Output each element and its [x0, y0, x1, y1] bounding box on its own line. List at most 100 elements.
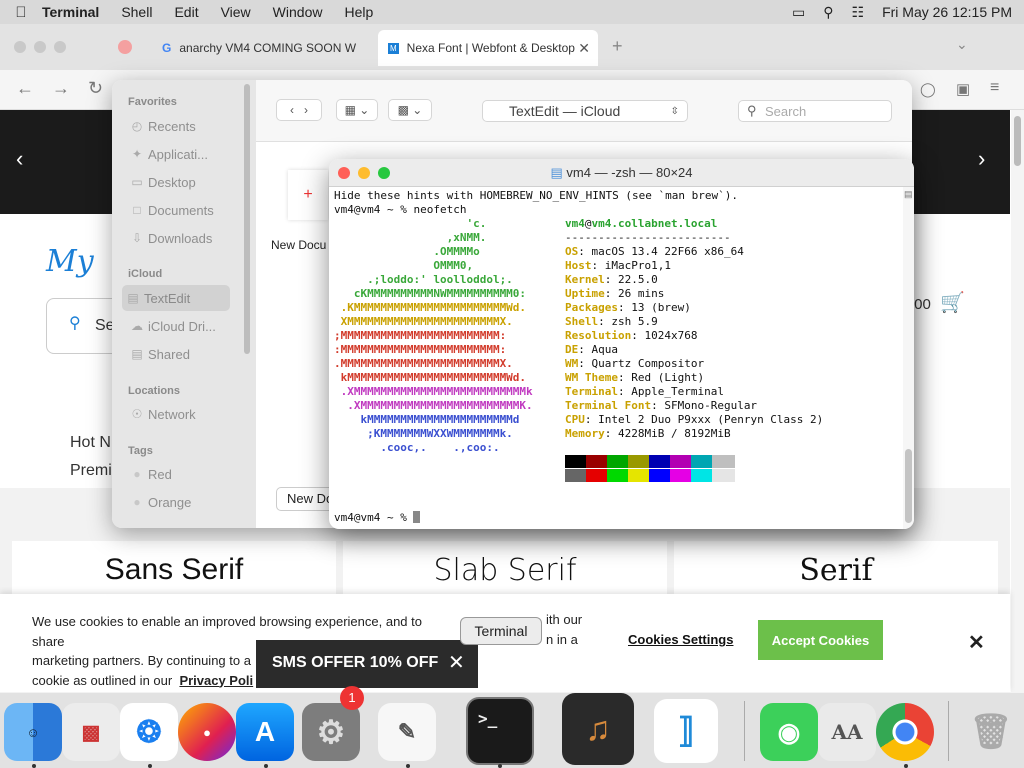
tab-nexa-font[interactable]: M Nexa Font | Webfont & Desktop ✕: [378, 30, 598, 66]
menubar-clock[interactable]: Fri May 26 12:15 PM: [882, 4, 1012, 20]
textedit-icon[interactable]: ✎: [378, 703, 436, 761]
new-tab-icon[interactable]: +: [612, 36, 623, 57]
accept-cookies-button[interactable]: Accept Cookies: [758, 620, 883, 660]
running-indicator: [148, 764, 152, 768]
tab-close-icon[interactable]: ✕: [578, 40, 590, 57]
myfonts-favicon-icon: M: [388, 42, 399, 54]
extensions-icon[interactable]: ▣: [956, 80, 970, 98]
palette-swatch: [628, 469, 651, 482]
inspector-icon[interactable]: ▤: [904, 189, 913, 200]
terminal-content[interactable]: Hide these hints with HOMEBREW_NO_ENV_HI…: [329, 187, 903, 529]
cart-icon[interactable]: 🛒: [940, 290, 965, 315]
menu-edit[interactable]: Edit: [174, 4, 198, 20]
spotlight-search-icon[interactable]: ⚲: [823, 4, 833, 21]
chevron-right-icon[interactable]: ›: [304, 103, 308, 117]
screen-mirroring-icon[interactable]: ▭: [792, 4, 805, 21]
sidebar-item-recents[interactable]: ◴ Recents: [126, 113, 236, 139]
back-icon[interactable]: ←: [16, 78, 34, 99]
launchpad-icon[interactable]: ▩: [62, 703, 120, 761]
premium-label[interactable]: Premi: [70, 462, 112, 480]
document-icon: □: [133, 203, 141, 217]
sidebar-item-textedit[interactable]: ▤ TextEdit: [122, 285, 230, 311]
info-row: WM: Quartz Compositor: [565, 357, 705, 370]
carousel-next-icon[interactable]: ›: [978, 146, 985, 172]
pinned-tab-icon[interactable]: [118, 40, 132, 54]
hamburger-menu-icon[interactable]: ≡: [990, 79, 999, 97]
forward-icon[interactable]: →: [52, 78, 70, 99]
sidebar-item-shared[interactable]: ▤ Shared: [126, 341, 236, 367]
terminal-scroll-thumb[interactable]: [905, 449, 912, 523]
icon-view-button[interactable]: ▦ ⌄: [336, 99, 378, 121]
menu-app-name[interactable]: Terminal: [42, 4, 99, 20]
menu-bar:  Terminal Shell Edit View Window Help ▭…: [0, 0, 1024, 24]
terminal-scrollbar[interactable]: ▤: [903, 187, 914, 529]
hot-new-label[interactable]: Hot N: [70, 434, 111, 452]
tag-dot-icon: ●: [133, 495, 141, 509]
control-center-icon[interactable]: ☷: [852, 4, 865, 21]
scroll-thumb[interactable]: [1014, 116, 1021, 166]
sms-close-icon[interactable]: ✕: [448, 650, 465, 675]
window-minimize-button[interactable]: [34, 41, 46, 53]
tab-label: anarchy VM4 COMING SOON W: [179, 41, 357, 55]
category-slab-serif[interactable]: Slab Serif: [343, 541, 667, 601]
sms-offer-popup[interactable]: SMS OFFER 10% OFF ✕: [256, 640, 478, 688]
sidebar-item-downloads[interactable]: ⇩ Downloads: [126, 225, 236, 251]
group-view-button[interactable]: ▩ ⌄: [388, 99, 432, 121]
font-book-icon[interactable]: AA: [818, 703, 876, 761]
system-settings-icon[interactable]: ⚙: [302, 703, 360, 761]
sidebar-item-documents[interactable]: □ Documents: [126, 197, 236, 223]
palette-swatch: [691, 455, 714, 468]
sidebar-scrollbar[interactable]: [244, 84, 250, 354]
new-document-label[interactable]: New Docu: [271, 238, 326, 252]
menu-view[interactable]: View: [221, 4, 251, 20]
window-zoom-button[interactable]: [54, 41, 66, 53]
trash-icon[interactable]: 🗑: [962, 703, 1020, 761]
menu-shell[interactable]: Shell: [121, 4, 152, 20]
chrome-icon[interactable]: [876, 703, 934, 761]
menu-help[interactable]: Help: [344, 4, 373, 20]
cookie-close-icon[interactable]: ✕: [968, 630, 985, 655]
palette-swatch: [670, 469, 693, 482]
tab-list-chevron-icon[interactable]: ⌄: [956, 36, 968, 53]
cookies-settings-link[interactable]: Cookies Settings: [628, 632, 733, 647]
palette-swatch: [607, 469, 630, 482]
sidebar-item-tag-red[interactable]: ● Red: [126, 461, 236, 487]
sidebar-item-network[interactable]: ☉ Network: [126, 401, 236, 427]
location-popup[interactable]: TextEdit — iCloud ⇳: [482, 100, 688, 122]
pocket-icon[interactable]: ◯: [920, 81, 936, 98]
vscode-icon[interactable]: ⟧: [654, 699, 718, 763]
logo-line: .;loddo:' loolloddol;.: [334, 273, 513, 286]
privacy-policy-link[interactable]: Privacy Poli: [179, 673, 253, 688]
sidebar-item-icloud-drive[interactable]: ☁ iCloud Dri...: [126, 313, 236, 339]
finder-icon[interactable]: ☺: [4, 703, 62, 761]
menu-window[interactable]: Window: [273, 4, 323, 20]
new-document-thumbnail[interactable]: +: [288, 170, 328, 220]
apple-menu-icon[interactable]: : [0, 4, 42, 21]
back-forward-buttons[interactable]: ‹ ›: [276, 99, 322, 121]
terminal-app-icon[interactable]: >_: [466, 697, 534, 765]
sidebar-item-desktop[interactable]: ▭ Desktop: [126, 169, 236, 195]
logo-line: cKMMMMMMMMMMNWMMMMMMMMMM0:: [334, 287, 527, 300]
reload-icon[interactable]: ↻: [88, 78, 103, 99]
myfonts-logo[interactable]: My: [46, 244, 94, 279]
firefox-icon[interactable]: ●: [178, 703, 236, 761]
chevron-left-icon[interactable]: ‹: [290, 103, 294, 117]
info-value: Red (Light): [631, 371, 705, 384]
page-scrollbar[interactable]: [1011, 110, 1024, 692]
safari-icon[interactable]: ❂: [120, 703, 178, 761]
window-close-button[interactable]: [14, 41, 26, 53]
info-row: CPU: Intel 2 Duo P9xxx (Penryn Class 2): [565, 413, 824, 426]
category-serif[interactable]: Serif: [674, 541, 998, 601]
cloud-icon: ☁: [131, 319, 143, 333]
messages-icon[interactable]: ◉: [760, 703, 818, 761]
category-sans-serif[interactable]: Sans Serif: [12, 541, 336, 601]
sidebar-item-tag-orange[interactable]: ● Orange: [126, 489, 236, 515]
plus-icon: +: [303, 186, 313, 203]
tab-google[interactable]: G anarchy VM4 COMING SOON W: [152, 30, 372, 66]
finder-search-field[interactable]: ⚲ Search: [738, 100, 892, 122]
app-store-icon[interactable]: A: [236, 703, 294, 761]
sidebar-item-applications[interactable]: ✦ Applicati...: [126, 141, 236, 167]
running-indicator: [498, 764, 502, 768]
garageband-icon[interactable]: ♫: [562, 693, 634, 765]
carousel-prev-icon[interactable]: ‹: [16, 146, 23, 172]
